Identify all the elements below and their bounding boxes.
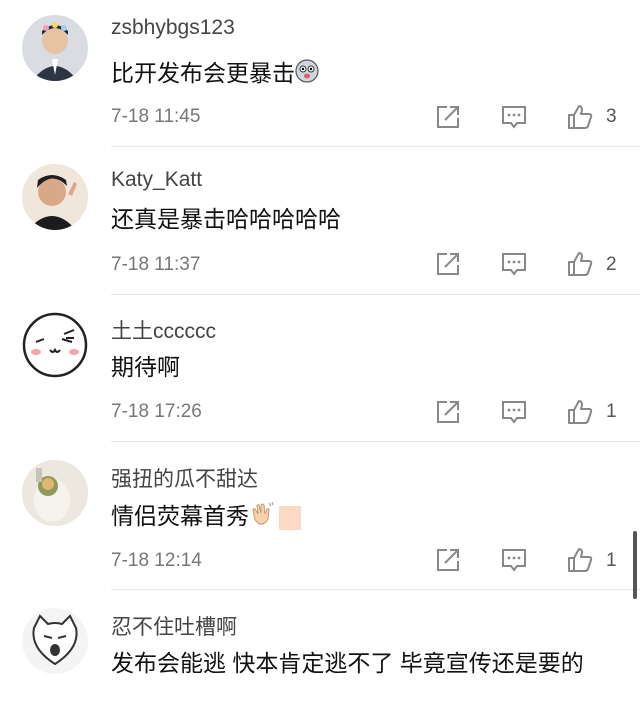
share-icon	[437, 106, 459, 128]
avatar[interactable]	[22, 15, 88, 81]
comment-text: 发布会能逃 快本肯定逃不了 毕竟宣传还是要的	[111, 650, 584, 676]
timestamp: 7-18 17:26	[111, 401, 202, 422]
share-button[interactable]	[434, 103, 462, 131]
comment-text-body: 情侣荧幕首秀	[111, 503, 249, 529]
comment-item: 土土cccccc 期待啊 7-18 17:26 1	[0, 295, 640, 442]
like-count: 1	[606, 550, 617, 571]
comment-item: zsbhybgs123 比开发布会更暴击 7-18 11:45 3	[0, 0, 640, 147]
reply-button[interactable]	[500, 398, 528, 426]
comment-item: Katy_Katt 还真是暴击哈哈哈哈哈 7-18 11:37 2	[0, 147, 640, 295]
clapping-hands-icon	[249, 500, 275, 536]
thumbs-up-icon	[568, 105, 593, 129]
share-icon	[437, 253, 459, 275]
like-button[interactable]	[566, 546, 594, 574]
username[interactable]: zsbhybgs123	[111, 16, 235, 40]
comment-text-body: 比开发布会更暴击	[111, 60, 295, 86]
share-icon	[437, 549, 459, 571]
timestamp: 7-18 11:37	[111, 254, 201, 275]
comment-text: 比开发布会更暴击	[111, 55, 611, 93]
avatar[interactable]	[22, 164, 88, 230]
scrollbar[interactable]	[633, 531, 637, 599]
avatar[interactable]	[22, 312, 88, 378]
comment-text: 还真是暴击哈哈哈哈哈	[111, 206, 341, 232]
emoji-icon	[295, 57, 319, 93]
thumbs-up-icon	[568, 252, 593, 276]
skin-tone-swatch-icon	[279, 505, 301, 530]
like-count: 3	[606, 106, 617, 127]
reply-icon	[502, 401, 526, 424]
like-count: 1	[606, 401, 617, 422]
comment-item: 强扭的瓜不甜达 情侣荧幕首秀 7-18 12:14 1	[0, 442, 640, 590]
comment-item: 忍不住吐槽啊 发布会能逃 快本肯定逃不了 毕竟宣传还是要的	[0, 590, 640, 713]
username[interactable]: Katy_Katt	[111, 168, 202, 192]
like-count: 2	[606, 254, 617, 275]
comment-text: 期待啊	[111, 354, 180, 380]
timestamp: 7-18 12:14	[111, 550, 202, 571]
comment-text: 情侣荧幕首秀	[111, 498, 611, 536]
username[interactable]: 强扭的瓜不甜达	[111, 463, 258, 493]
reply-icon	[502, 549, 526, 572]
share-icon	[437, 401, 459, 423]
reply-icon	[502, 106, 526, 129]
username[interactable]: 忍不住吐槽啊	[111, 611, 237, 641]
thumbs-up-icon	[568, 548, 593, 572]
like-button[interactable]	[566, 250, 594, 278]
share-button[interactable]	[434, 398, 462, 426]
reply-button[interactable]	[500, 546, 528, 574]
reply-icon	[502, 253, 526, 276]
like-button[interactable]	[566, 103, 594, 131]
timestamp: 7-18 11:45	[111, 106, 201, 127]
thumbs-up-icon	[568, 400, 593, 424]
avatar[interactable]	[22, 608, 88, 674]
username[interactable]: 土土cccccc	[111, 315, 216, 345]
avatar[interactable]	[22, 460, 88, 526]
reply-button[interactable]	[500, 103, 528, 131]
share-button[interactable]	[434, 546, 462, 574]
reply-button[interactable]	[500, 250, 528, 278]
share-button[interactable]	[434, 250, 462, 278]
like-button[interactable]	[566, 398, 594, 426]
